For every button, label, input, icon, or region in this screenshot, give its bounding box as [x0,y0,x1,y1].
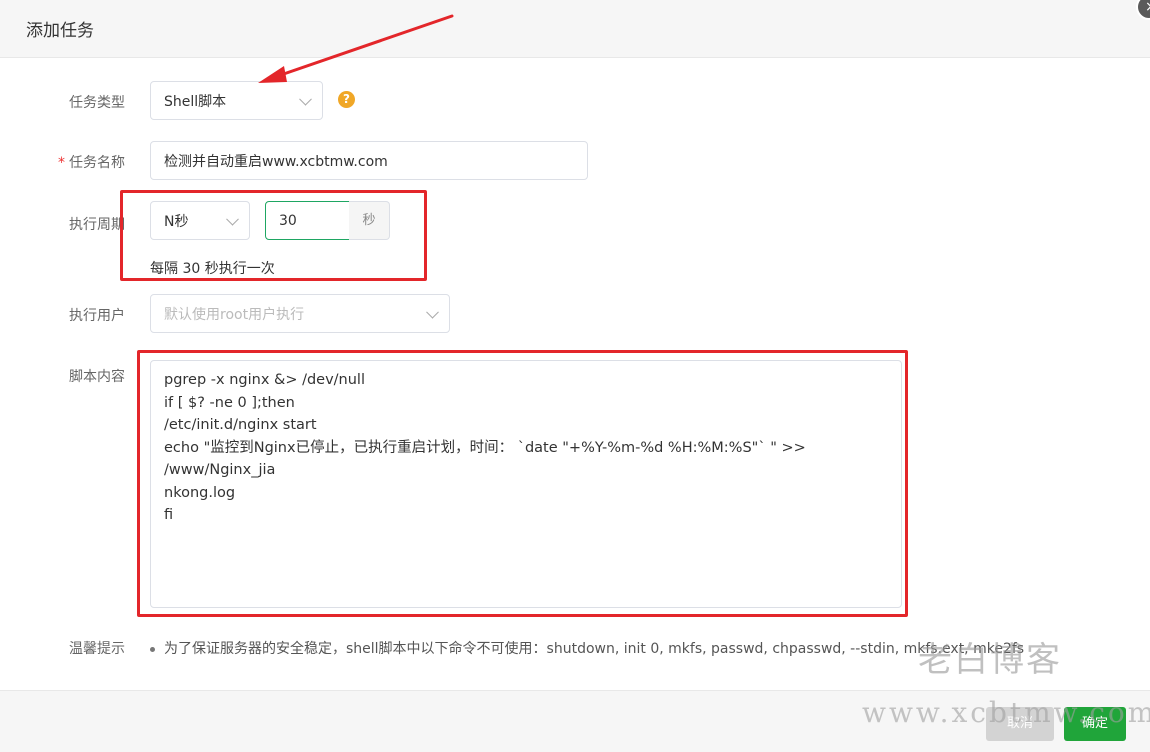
watermark-title: 老白博客 [918,640,1062,680]
watermark-url: www.xcbtmw.com [862,696,1150,729]
